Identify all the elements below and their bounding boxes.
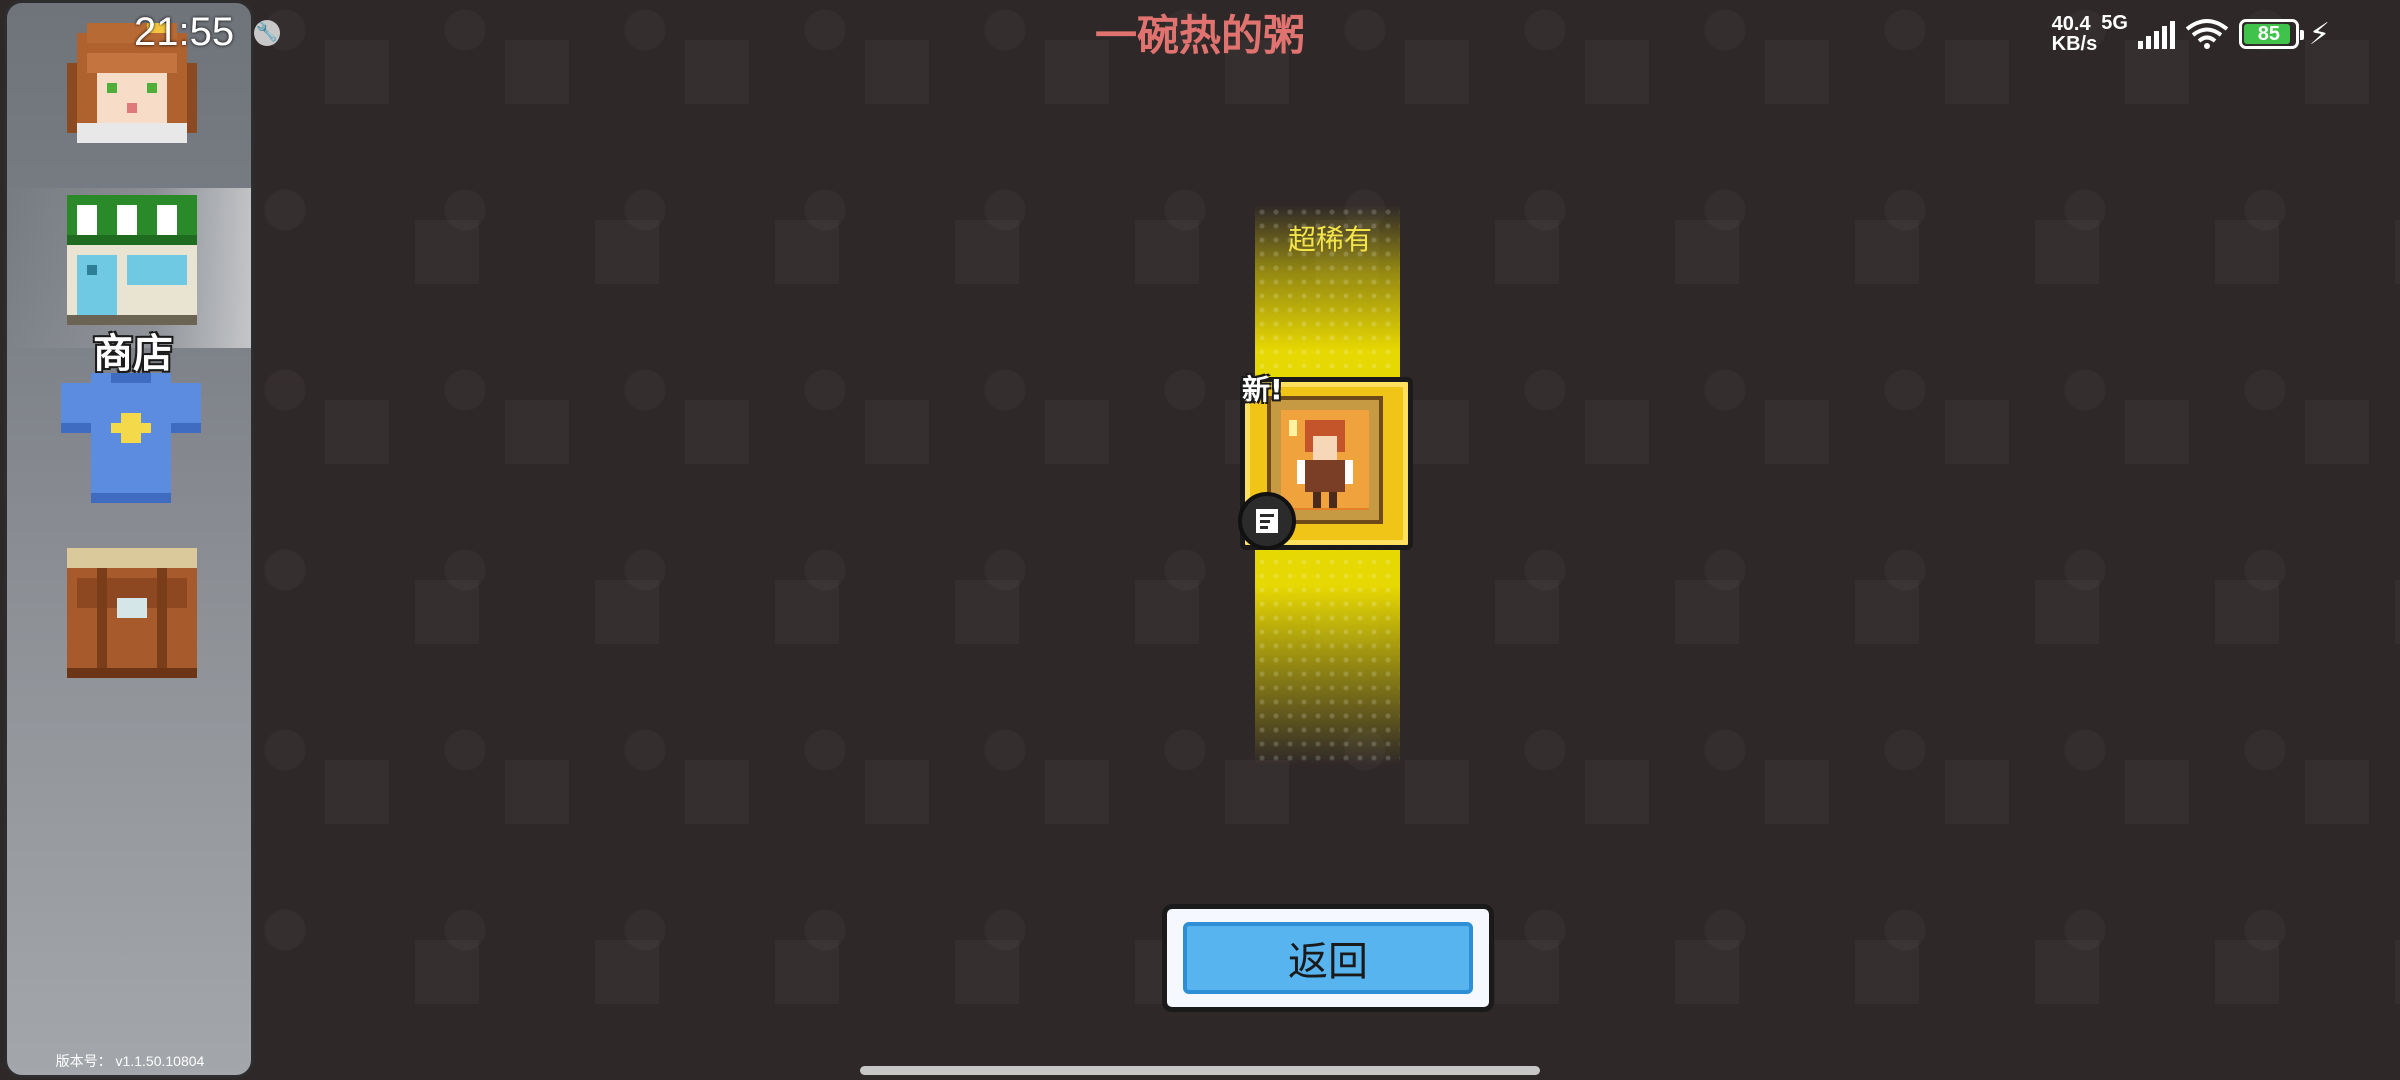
background-tile: [505, 400, 569, 464]
background-tile: [2215, 940, 2279, 1004]
background-tile: [595, 940, 659, 1004]
home-indicator[interactable]: [860, 1066, 1540, 1075]
background-tile: [2125, 400, 2189, 464]
background-tile: [685, 400, 749, 464]
background-tile: [415, 220, 479, 284]
signal-icon: [2137, 19, 2175, 49]
background-tile: [1945, 400, 2009, 464]
background-tile: [865, 760, 929, 824]
background-tile: [2215, 220, 2279, 284]
shop-icon[interactable]: [67, 195, 197, 325]
network-type: 5G: [2101, 12, 2128, 34]
background-tile: [955, 220, 1019, 284]
background-tile: [1855, 940, 1919, 1004]
background-tile: [1765, 40, 1829, 104]
background-tile: [2215, 580, 2279, 644]
charging-bolt-icon: ⚡: [2308, 16, 2330, 52]
background-tile: [2305, 400, 2369, 464]
background-tile: [865, 400, 929, 464]
background-tile: [325, 760, 389, 824]
battery-level: 85: [2257, 22, 2281, 45]
background-tile: [1675, 220, 1739, 284]
network-speed: 40.4 KB/s: [2052, 14, 2098, 54]
background-tile: [1495, 940, 1559, 1004]
background-tile: [1585, 400, 1649, 464]
background-tile: [775, 580, 839, 644]
background-tile: [1225, 760, 1289, 824]
background-tile: [1405, 760, 1469, 824]
battery-icon: 85: [2238, 19, 2304, 49]
background-tile: [775, 220, 839, 284]
network-speed-value: 40.4: [2051, 13, 2091, 35]
background-tile: [1495, 580, 1559, 644]
background-tile: [1765, 760, 1829, 824]
background-tile: [505, 40, 569, 104]
wifi-icon: [2185, 19, 2229, 49]
background-tile: [2305, 760, 2369, 824]
background-tile: [1135, 220, 1199, 284]
sidebar-item-shop-label[interactable]: 商店: [63, 321, 203, 379]
background-tile: [505, 760, 569, 824]
background-tile: [415, 940, 479, 1004]
background-tile: [2035, 220, 2099, 284]
back-button-label[interactable]: 返回: [1288, 929, 1368, 987]
background-tile: [1765, 400, 1829, 464]
status-time: 21:55: [134, 10, 235, 54]
shirt-icon[interactable]: [61, 373, 201, 503]
background-tile: [325, 40, 389, 104]
background-tile: [1855, 220, 1919, 284]
game-screen: 21:55 🔧 40.4 KB/s 5G 85 ⚡ 商店 版本号： v1.1.5…: [0, 0, 2400, 1080]
background-tile: [1945, 40, 2009, 104]
sidebar: 商店 版本号： v1.1.50.10804: [4, 0, 254, 1078]
character-portrait-icon: [1281, 410, 1369, 510]
rarity-label: 超稀有: [1287, 223, 1372, 256]
background-tile: [1045, 400, 1109, 464]
background-tile: [1405, 400, 1469, 464]
background-tile: [2035, 580, 2099, 644]
page-title: 一碗热的粥: [1094, 11, 1305, 60]
back-button-face[interactable]: 返回: [1183, 922, 1473, 994]
background-tile: [595, 220, 659, 284]
document-icon: [1238, 492, 1296, 550]
status-bar-right: 40.4 KB/s 5G 85 ⚡: [2052, 12, 2330, 56]
background-tile: [1045, 760, 1109, 824]
background-tile: [1675, 940, 1739, 1004]
background-tile: [1945, 760, 2009, 824]
background-tile: [775, 940, 839, 1004]
background-tile: [1855, 580, 1919, 644]
bag-icon[interactable]: [67, 548, 197, 678]
back-button[interactable]: 返回: [1162, 904, 1494, 1012]
background-tile: [1675, 580, 1739, 644]
network-speed-unit: KB/s: [2051, 33, 2098, 55]
background-tile: [415, 580, 479, 644]
background-tile: [2395, 220, 2400, 284]
wrench-icon: 🔧: [254, 20, 280, 46]
background-tile: [2035, 940, 2099, 1004]
background-tile: [2395, 580, 2400, 644]
background-tile: [1135, 580, 1199, 644]
background-tile: [955, 580, 1019, 644]
background-tile: [685, 40, 749, 104]
background-tile: [2395, 940, 2400, 1004]
background-tile: [595, 580, 659, 644]
background-tile: [2125, 760, 2189, 824]
background-tile: [1585, 760, 1649, 824]
background-tile: [1495, 220, 1559, 284]
background-tile: [1585, 40, 1649, 104]
new-badge: 新!: [1242, 373, 1283, 406]
background-tile: [325, 400, 389, 464]
background-tile: [685, 760, 749, 824]
version-label: 版本号： v1.1.50.10804: [55, 1053, 205, 1069]
background-tile: [955, 940, 1019, 1004]
